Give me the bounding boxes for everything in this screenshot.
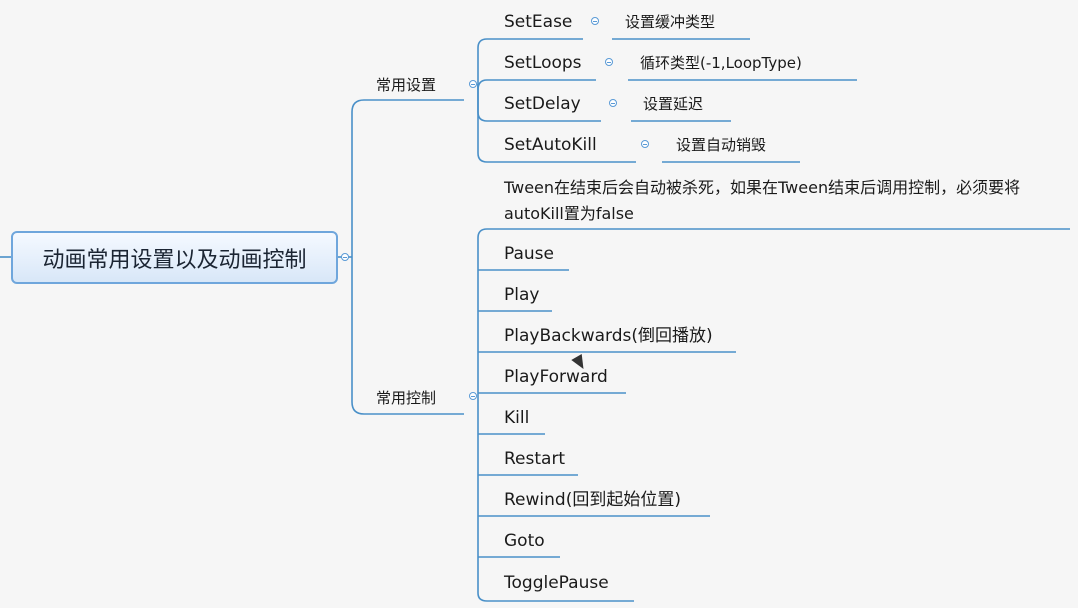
node-setautokill-label: SetAutoKill <box>504 135 597 155</box>
settings-collapse-icon[interactable] <box>469 80 477 88</box>
node-playforward-label: PlayForward <box>504 367 608 387</box>
node-rewind-label: Rewind(回到起始位置) <box>504 490 681 510</box>
branch-controls-label: 常用控制 <box>376 389 437 407</box>
note-setdelay: 设置延迟 <box>643 94 703 114</box>
node-rewind[interactable]: Rewind(回到起始位置) <box>504 490 681 510</box>
node-togglepause[interactable]: TogglePause <box>504 573 609 593</box>
node-pause[interactable]: Pause <box>504 244 554 264</box>
node-play[interactable]: Play <box>504 285 539 305</box>
note-setloops-label: 循环类型(-1,LoopType) <box>640 54 802 72</box>
autokill-note: Tween在结束后会自动被杀死，如果在Tween结束后调用控制，必须要将auto… <box>504 175 1070 227</box>
link-setdelay <box>477 84 496 122</box>
node-togglepause-label: TogglePause <box>504 573 609 593</box>
note-setdelay-label: 设置延迟 <box>643 95 704 113</box>
root-topic-label: 动画常用设置以及动画控制 <box>42 247 307 273</box>
controls-collapse-icon[interactable] <box>469 392 477 400</box>
root-collapse-icon[interactable] <box>341 253 349 261</box>
node-restart-label: Restart <box>504 449 566 469</box>
setautokill-collapse-icon[interactable] <box>641 140 649 148</box>
link-setease <box>477 38 496 84</box>
trunk-to-controls <box>351 257 365 415</box>
node-setloops[interactable]: SetLoops <box>504 53 582 73</box>
node-kill[interactable]: Kill <box>504 408 529 428</box>
node-setloops-label: SetLoops <box>504 53 582 73</box>
note-setease: 设置缓冲类型 <box>625 12 715 32</box>
node-setease[interactable]: SetEase <box>504 12 572 32</box>
node-restart[interactable]: Restart <box>504 449 565 469</box>
link-setloops <box>477 79 496 91</box>
node-setdelay-label: SetDelay <box>504 94 581 114</box>
node-playforward[interactable]: PlayForward <box>504 367 608 387</box>
mind-map-canvas: 动画常用设置以及动画控制 常用设置 SetEase 设置缓冲类型 SetLoop… <box>0 0 1078 608</box>
note-setease-label: 设置缓冲类型 <box>625 13 716 31</box>
node-playbackwards-label: PlayBackwards(倒回播放) <box>504 326 713 346</box>
setloops-collapse-icon[interactable] <box>605 58 613 66</box>
note-setloops: 循环类型(-1,LoopType) <box>640 53 802 73</box>
branch-settings-label: 常用设置 <box>376 76 437 94</box>
link-controls-bottom <box>477 396 496 602</box>
autokill-note-text: Tween在结束后会自动被杀死，如果在Tween结束后调用控制，必须要将auto… <box>504 178 1021 223</box>
node-kill-label: Kill <box>504 408 530 428</box>
node-pause-label: Pause <box>504 244 554 264</box>
node-setease-label: SetEase <box>504 12 573 32</box>
trunk-to-settings <box>351 99 365 257</box>
setease-collapse-icon[interactable] <box>591 17 599 25</box>
note-setautokill: 设置自动销毁 <box>676 135 766 155</box>
branch-controls[interactable]: 常用控制 <box>376 388 436 408</box>
setdelay-collapse-icon[interactable] <box>609 99 617 107</box>
node-play-label: Play <box>504 285 540 305</box>
node-goto[interactable]: Goto <box>504 531 545 551</box>
node-goto-label: Goto <box>504 531 545 551</box>
link-setautokill <box>477 84 496 163</box>
node-setdelay[interactable]: SetDelay <box>504 94 581 114</box>
root-topic[interactable]: 动画常用设置以及动画控制 <box>11 231 338 284</box>
node-playbackwards[interactable]: PlayBackwards(倒回播放) <box>504 326 713 346</box>
note-setautokill-label: 设置自动销毁 <box>676 136 767 154</box>
node-setautokill[interactable]: SetAutoKill <box>504 135 597 155</box>
link-controls-top <box>477 228 496 396</box>
branch-settings[interactable]: 常用设置 <box>376 75 436 95</box>
